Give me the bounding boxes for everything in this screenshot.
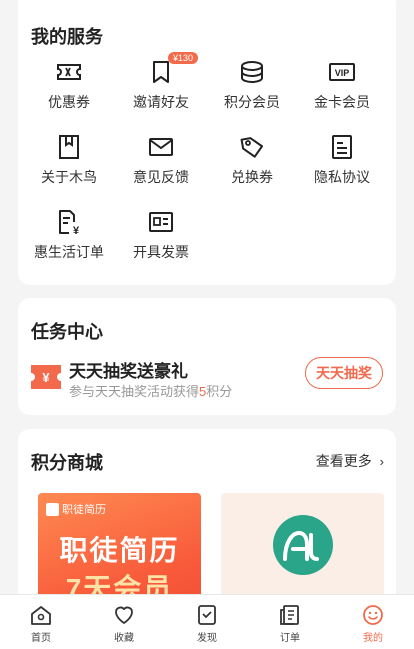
service-label: 隐私协议 — [314, 169, 370, 185]
heart-icon — [115, 606, 133, 624]
service-coupon[interactable]: 优惠券 — [22, 58, 116, 112]
service-gold-card[interactable]: VIP 金卡会员 — [295, 58, 389, 112]
home-icon — [31, 606, 51, 625]
reward-badge: ¥130 — [168, 52, 199, 64]
task-center-title: 任务中心 — [31, 322, 103, 342]
svg-text:¥: ¥ — [73, 225, 80, 236]
tab-discover[interactable]: 发现 — [166, 595, 248, 644]
book-icon — [59, 135, 79, 159]
document-icon — [332, 135, 352, 159]
service-feedback[interactable]: 意见反馈 — [114, 133, 208, 187]
service-label: 关于木鸟 — [41, 169, 97, 185]
order-yen-icon: ¥ — [59, 210, 80, 236]
view-more-link[interactable]: 查看更多 › — [316, 451, 384, 471]
svg-text:¥: ¥ — [42, 370, 50, 385]
service-label: 优惠券 — [48, 94, 90, 110]
service-label: 金卡会员 — [314, 94, 370, 110]
service-invoice[interactable]: 开具发票 — [114, 208, 208, 262]
tab-orders[interactable]: 订单 — [249, 595, 331, 644]
service-label: 惠生活订单 — [34, 244, 104, 260]
service-label: 邀请好友 — [133, 94, 189, 110]
lottery-title: 天天抽奖送豪礼 — [69, 362, 188, 381]
service-label: 积分会员 — [224, 94, 280, 110]
svg-text:VIP: VIP — [335, 68, 350, 78]
brand-logo-icon — [46, 502, 59, 516]
mail-icon — [149, 138, 173, 156]
service-life-orders[interactable]: ¥ 惠生活订单 — [22, 208, 116, 262]
tab-home[interactable]: 首页 — [0, 595, 82, 644]
lottery-ticket-icon: ¥ — [31, 365, 61, 389]
brand-au-logo-icon — [273, 515, 333, 575]
points-mall-title: 积分商城 — [31, 453, 103, 473]
lottery-description: 参与天天抽奖活动获得5积分 — [69, 384, 233, 399]
services-title: 我的服务 — [31, 27, 103, 47]
coin-stack-icon — [241, 61, 263, 84]
service-about[interactable]: 关于木鸟 — [22, 133, 116, 187]
discover-icon — [198, 605, 216, 625]
service-invite[interactable]: ¥130 邀请好友 — [114, 52, 208, 112]
tab-favorites[interactable]: 收藏 — [83, 595, 165, 644]
chevron-right-icon: › — [379, 454, 384, 469]
order-icon — [280, 605, 299, 625]
service-points-member[interactable]: 积分会员 — [205, 58, 299, 112]
service-label: 兑换券 — [231, 169, 273, 185]
service-redeem[interactable]: 兑换券 — [205, 133, 299, 187]
task-center-card: 任务中心 ¥ 天天抽奖送豪礼 参与天天抽奖活动获得5积分 天天抽奖 — [18, 298, 396, 415]
daily-lottery-button[interactable]: 天天抽奖 — [305, 357, 383, 389]
invoice-icon — [149, 212, 173, 232]
service-privacy[interactable]: 隐私协议 — [295, 133, 389, 187]
services-card: 我的服务 优惠券 ¥130 邀请好友 积分会员 VIP 金卡会员 关于木鸟 意见… — [18, 0, 396, 285]
product-headline: 职徒简历 — [59, 535, 180, 566]
coupon-icon — [57, 64, 81, 80]
service-label: 开具发票 — [133, 244, 189, 260]
bottom-tab-bar: 首页 收藏 发现 订单 我的 — [0, 594, 414, 649]
profile-face-icon — [363, 605, 383, 625]
tag-icon — [240, 137, 264, 158]
vip-card-icon: VIP — [329, 63, 355, 81]
product-brand-tag: 职徒简历 — [46, 501, 106, 517]
tab-mine[interactable]: 我的 — [332, 595, 414, 644]
service-label: 意见反馈 — [133, 169, 189, 185]
